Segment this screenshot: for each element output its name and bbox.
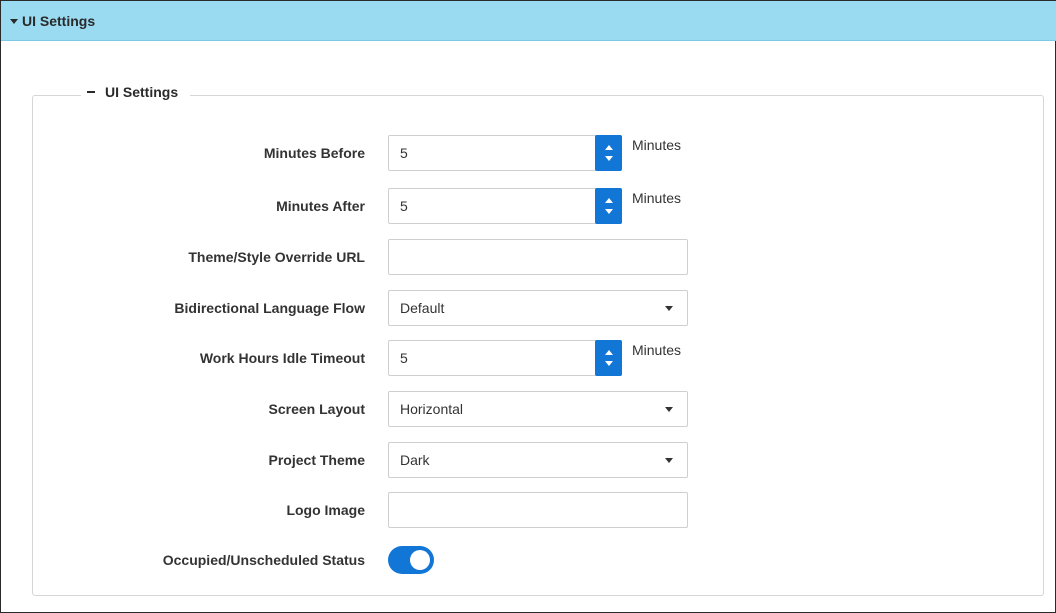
minutes-before-unit: Minutes: [632, 137, 682, 153]
header-title: UI Settings: [22, 12, 96, 29]
row-minutes-before: Minutes Before 5 Minutes: [1, 135, 1056, 171]
row-minutes-after: Minutes After 5 Minutes: [1, 188, 1056, 224]
idle-timeout-input[interactable]: 5: [388, 340, 622, 376]
minutes-after-stepper[interactable]: [595, 188, 622, 224]
caret-down-icon: [10, 18, 18, 24]
minutes-before-value: 5: [400, 145, 408, 161]
increment-icon[interactable]: [604, 350, 613, 355]
project-theme-select[interactable]: Dark: [388, 442, 688, 478]
logo-image-input[interactable]: [388, 492, 688, 528]
toggle-knob: [410, 550, 430, 570]
chevron-down-icon: [665, 407, 673, 412]
occupied-status-toggle[interactable]: [388, 546, 434, 574]
minutes-before-stepper[interactable]: [595, 135, 622, 171]
decrement-icon[interactable]: [604, 209, 613, 214]
logo-image-label: Logo Image: [286, 502, 365, 518]
screen-layout-select[interactable]: Horizontal: [388, 391, 688, 427]
bidi-select[interactable]: Default: [388, 290, 688, 326]
chevron-down-icon: [665, 458, 673, 463]
idle-timeout-stepper[interactable]: [595, 340, 622, 376]
settings-panel: UI Settings UI Settings Minutes Before 5…: [0, 0, 1056, 613]
theme-url-label: Theme/Style Override URL: [188, 249, 365, 265]
minutes-after-value: 5: [400, 198, 408, 214]
decrement-icon[interactable]: [604, 361, 613, 366]
minutes-after-input[interactable]: 5: [388, 188, 622, 224]
minutes-before-input[interactable]: 5: [388, 135, 622, 171]
minus-icon: [87, 91, 95, 93]
row-logo-image: Logo Image: [1, 492, 1056, 528]
row-idle-timeout: Work Hours Idle Timeout 5 Minutes: [1, 340, 1056, 376]
ui-settings-header[interactable]: UI Settings: [1, 0, 1056, 41]
screen-layout-label: Screen Layout: [268, 401, 365, 417]
row-occupied-status: Occupied/Unscheduled Status: [1, 542, 1056, 578]
increment-icon[interactable]: [604, 145, 613, 150]
project-theme-value: Dark: [400, 452, 430, 468]
idle-timeout-unit: Minutes: [632, 342, 682, 358]
minutes-after-unit: Minutes: [632, 190, 682, 206]
row-bidi: Bidirectional Language Flow Default: [1, 290, 1056, 326]
occupied-status-label: Occupied/Unscheduled Status: [162, 552, 365, 568]
chevron-down-icon: [665, 306, 673, 311]
bidi-value: Default: [400, 300, 445, 316]
idle-timeout-label: Work Hours Idle Timeout: [199, 350, 365, 366]
row-theme-url: Theme/Style Override URL: [1, 239, 1056, 275]
minutes-before-label: Minutes Before: [263, 145, 365, 161]
ui-settings-section-toggle[interactable]: UI Settings: [81, 84, 191, 100]
project-theme-label: Project Theme: [268, 452, 365, 468]
bidi-label: Bidirectional Language Flow: [174, 300, 365, 316]
row-screen-layout: Screen Layout Horizontal: [1, 391, 1056, 427]
theme-url-input[interactable]: [388, 239, 688, 275]
idle-timeout-value: 5: [400, 350, 408, 366]
decrement-icon[interactable]: [604, 156, 613, 161]
screen-layout-value: Horizontal: [400, 401, 464, 417]
increment-icon[interactable]: [604, 198, 613, 203]
minutes-after-label: Minutes After: [276, 198, 365, 214]
row-project-theme: Project Theme Dark: [1, 442, 1056, 478]
section-title: UI Settings: [105, 84, 179, 100]
